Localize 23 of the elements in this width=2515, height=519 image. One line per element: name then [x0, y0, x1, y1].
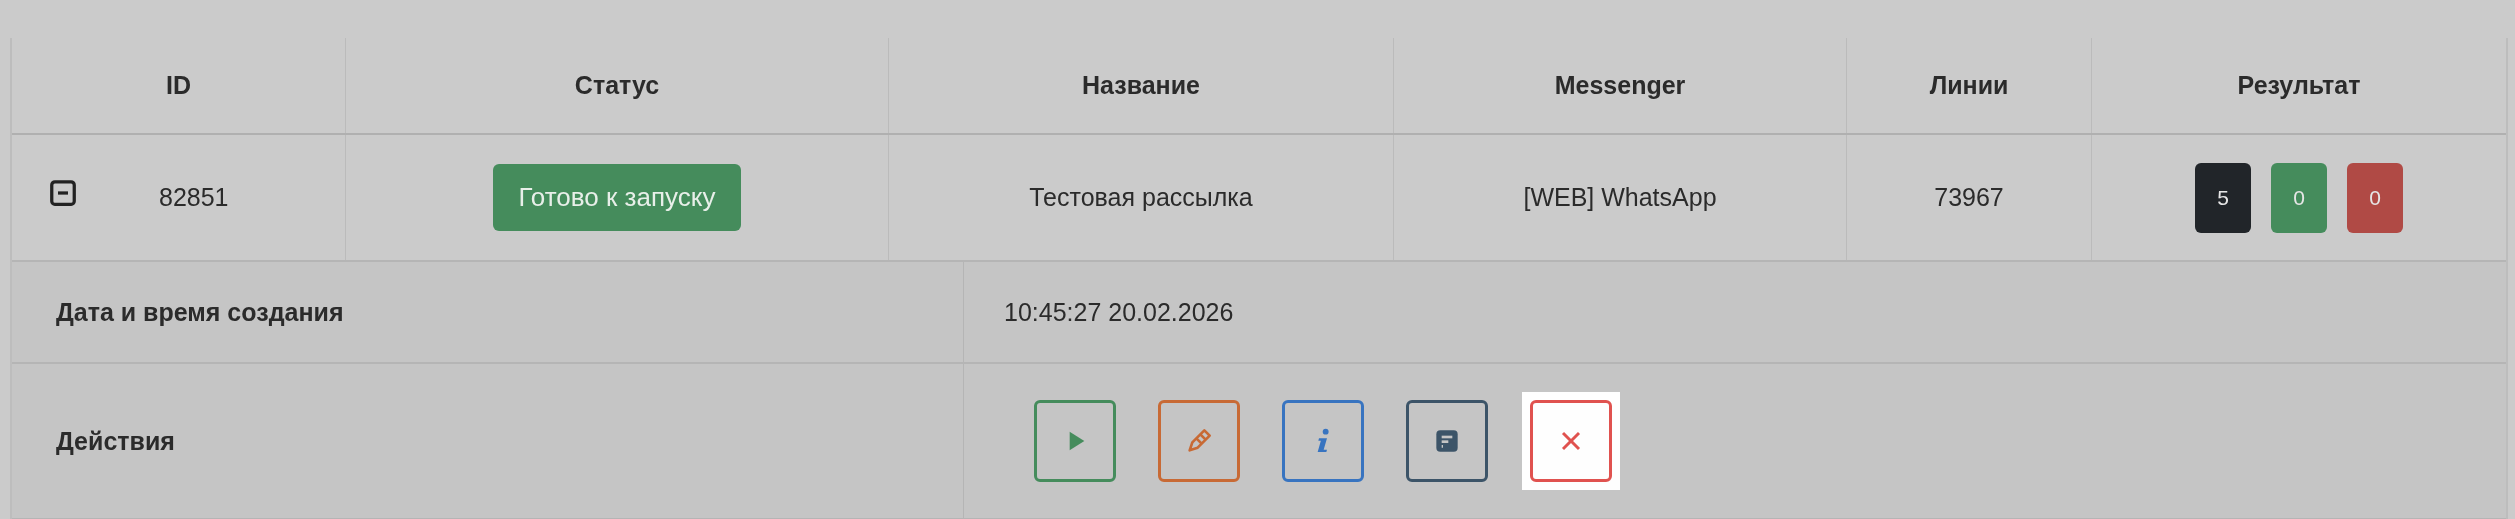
column-header: Название — [1082, 71, 1200, 100]
report-button[interactable] — [1406, 400, 1488, 482]
table-cell: [WEB] WhatsApp — [1523, 183, 1717, 212]
column-header: Статус — [574, 71, 660, 100]
count-badge: 0 — [2347, 162, 2403, 233]
column-header: ID — [166, 71, 191, 100]
status-button[interactable]: Готово к запуску — [492, 164, 742, 231]
column-header: Результат — [2237, 71, 2361, 100]
info-button[interactable] — [1282, 400, 1364, 482]
table-cell: 73967 — [1934, 183, 2004, 212]
count-badge: 5 — [2195, 162, 2251, 233]
detail-label: Дата и время создания — [56, 297, 344, 327]
edit-button[interactable] — [1158, 400, 1240, 482]
detail-label: Действия — [56, 426, 175, 456]
column-header: Messenger — [1554, 71, 1686, 100]
collapse-icon[interactable] — [48, 177, 78, 208]
play-button[interactable] — [1034, 400, 1116, 482]
detail-value: 10:45:27 20.02.2026 — [1004, 297, 1234, 327]
table-cell: Тестовая рассылка — [1029, 183, 1253, 212]
table-cell: 82851 — [159, 183, 229, 212]
count-badge: 0 — [2271, 162, 2327, 233]
column-header: Линии — [1929, 71, 2009, 100]
delete-button[interactable] — [1530, 400, 1612, 482]
